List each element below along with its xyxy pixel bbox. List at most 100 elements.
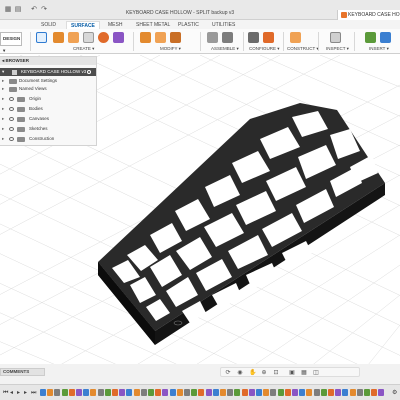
expand-arrow-icon[interactable]: ▸ xyxy=(2,135,6,143)
timeline-feature-icon[interactable] xyxy=(277,389,284,396)
tab-solid[interactable]: SOLID xyxy=(41,21,56,29)
timeline-feature-icon[interactable] xyxy=(335,389,342,396)
timeline-feature-icon[interactable] xyxy=(155,389,162,396)
create-group-label[interactable]: CREATE ▾ xyxy=(73,46,94,52)
modify-group-label[interactable]: MODIFY ▾ xyxy=(160,46,181,52)
timeline-feature-icon[interactable] xyxy=(342,389,349,396)
joint-icon[interactable] xyxy=(222,32,233,43)
timeline-feature-icon[interactable] xyxy=(198,389,205,396)
timeline-feature-icon[interactable] xyxy=(140,389,147,396)
visibility-eye-icon[interactable] xyxy=(9,107,14,111)
patch-icon[interactable] xyxy=(113,32,124,43)
timeline-feature-icon[interactable] xyxy=(292,389,298,396)
timeline-feature-icon[interactable] xyxy=(40,389,46,396)
timeline-feature-icon[interactable] xyxy=(263,389,270,396)
expand-arrow-icon[interactable]: ▸ xyxy=(2,77,6,85)
expand-arrow-icon[interactable]: ▸ xyxy=(2,95,6,103)
timeline-feature-icon[interactable] xyxy=(205,389,212,396)
stitch-icon[interactable] xyxy=(170,32,181,43)
timeline-start-icon[interactable]: ⏮ xyxy=(3,389,8,397)
timeline-feature-icon[interactable] xyxy=(104,389,111,396)
timeline-feature-icon[interactable] xyxy=(328,389,334,396)
workspace-switcher[interactable]: DESIGN ▾ xyxy=(0,32,22,53)
timeline-feature-icon[interactable] xyxy=(97,389,104,396)
visibility-eye-icon[interactable] xyxy=(9,127,14,131)
tab-surface[interactable]: SURFACE xyxy=(66,21,100,29)
assemble-group-label[interactable]: ASSEMBLE ▾ xyxy=(211,46,239,52)
configure-table-icon[interactable] xyxy=(248,32,259,43)
timeline-feature-icon[interactable] xyxy=(212,389,219,396)
inspect-group-label[interactable]: INSPECT ▾ xyxy=(326,46,349,52)
timeline-feature-icon[interactable] xyxy=(313,389,320,396)
timeline-feature-icon[interactable] xyxy=(133,389,140,396)
timeline-feature-icon[interactable] xyxy=(234,389,241,396)
document-tab[interactable]: KEYBOARD CASE HO xyxy=(337,10,400,20)
timeline-feature-icon[interactable] xyxy=(191,389,198,396)
sweep-icon[interactable] xyxy=(83,32,94,43)
timeline-feature-icon[interactable] xyxy=(90,389,97,396)
timeline-settings-icon[interactable]: ⚙ xyxy=(392,389,397,397)
timeline-feature-icon[interactable] xyxy=(83,389,90,396)
timeline-feature-icon[interactable] xyxy=(356,389,363,396)
new-component-icon[interactable] xyxy=(207,32,218,43)
timeline-feature-icon[interactable] xyxy=(227,389,234,396)
fit-icon[interactable]: ⊡ xyxy=(273,370,279,376)
timeline-feature-icon[interactable] xyxy=(176,389,183,396)
display-settings-icon[interactable]: ▣ xyxy=(289,370,295,376)
timeline-feature-icon[interactable] xyxy=(248,389,255,396)
timeline-feature-icon[interactable] xyxy=(76,389,82,396)
visibility-eye-icon[interactable] xyxy=(9,97,14,101)
insert-icon[interactable] xyxy=(365,32,376,43)
timeline-feature-icon[interactable] xyxy=(256,389,262,396)
timeline-feature-icon[interactable] xyxy=(61,389,68,396)
timeline-feature-icon[interactable] xyxy=(349,389,356,396)
timeline-feature-icon[interactable] xyxy=(54,389,61,396)
tab-plastic[interactable]: PLASTIC xyxy=(178,21,199,29)
visibility-eye-icon[interactable] xyxy=(9,137,14,141)
timeline-feature-icon[interactable] xyxy=(299,389,306,396)
construct-group-label[interactable]: CONSTRUCT ▾ xyxy=(287,46,319,52)
look-at-icon[interactable]: ◉ xyxy=(237,370,243,376)
extrude-icon[interactable] xyxy=(53,32,64,43)
timeline-feature-icon[interactable] xyxy=(126,389,133,396)
timeline-feature-icon[interactable] xyxy=(184,389,190,396)
activate-radio-icon[interactable] xyxy=(87,70,91,74)
create-sketch-icon[interactable] xyxy=(36,32,47,43)
trim-icon[interactable] xyxy=(140,32,151,43)
browser-header[interactable]: ◂ BROWSER xyxy=(0,57,96,65)
timeline-feature-icon[interactable] xyxy=(112,389,118,396)
timeline-feature-icon[interactable] xyxy=(148,389,154,396)
timeline-feature-icon[interactable] xyxy=(284,389,291,396)
timeline-forward-icon[interactable]: ▸ xyxy=(24,389,29,397)
timeline-feature-icon[interactable] xyxy=(270,389,277,396)
zoom-icon[interactable]: ⊕ xyxy=(261,370,267,376)
measure-icon[interactable] xyxy=(330,32,341,43)
extend-icon[interactable] xyxy=(155,32,166,43)
comments-panel[interactable]: COMMENTS xyxy=(0,368,45,376)
expand-arrow-icon[interactable]: ▸ xyxy=(2,85,6,93)
timeline-feature-icon[interactable] xyxy=(47,389,54,396)
loft-icon[interactable] xyxy=(98,32,109,43)
pan-icon[interactable]: ✋ xyxy=(249,370,256,376)
insert-mesh-icon[interactable] xyxy=(380,32,391,43)
timeline-end-icon[interactable]: ⏭ xyxy=(31,389,36,397)
timeline-feature-icon[interactable] xyxy=(371,389,378,396)
timeline-play-icon[interactable]: ▸ xyxy=(17,389,22,397)
expand-arrow-icon[interactable]: ▸ xyxy=(2,105,6,113)
timeline-feature-icon[interactable] xyxy=(364,389,370,396)
timeline-feature-icon[interactable] xyxy=(169,389,176,396)
tab-sheet-metal[interactable]: SHEET METAL xyxy=(136,21,170,29)
timeline-feature-icon[interactable] xyxy=(162,389,169,396)
expand-arrow-icon[interactable]: ▸ xyxy=(2,115,6,123)
orbit-icon[interactable]: ⟳ xyxy=(225,370,231,376)
timeline-feature-icon[interactable] xyxy=(68,389,75,396)
timeline-feature-icon[interactable] xyxy=(378,389,385,396)
insert-group-label[interactable]: INSERT ▾ xyxy=(369,46,389,52)
collapse-arrow-icon[interactable]: ▾ xyxy=(2,68,6,76)
timeline-feature-icon[interactable] xyxy=(306,389,313,396)
browser-root-item[interactable]: ▾ KEYBOARD CASE HOLLOW v3 xyxy=(0,68,96,76)
timeline-back-icon[interactable]: ◂ xyxy=(10,389,15,397)
tab-mesh[interactable]: MESH xyxy=(108,21,122,29)
grid-settings-icon[interactable]: ▦ xyxy=(301,370,307,376)
timeline-feature-icon[interactable] xyxy=(119,389,126,396)
